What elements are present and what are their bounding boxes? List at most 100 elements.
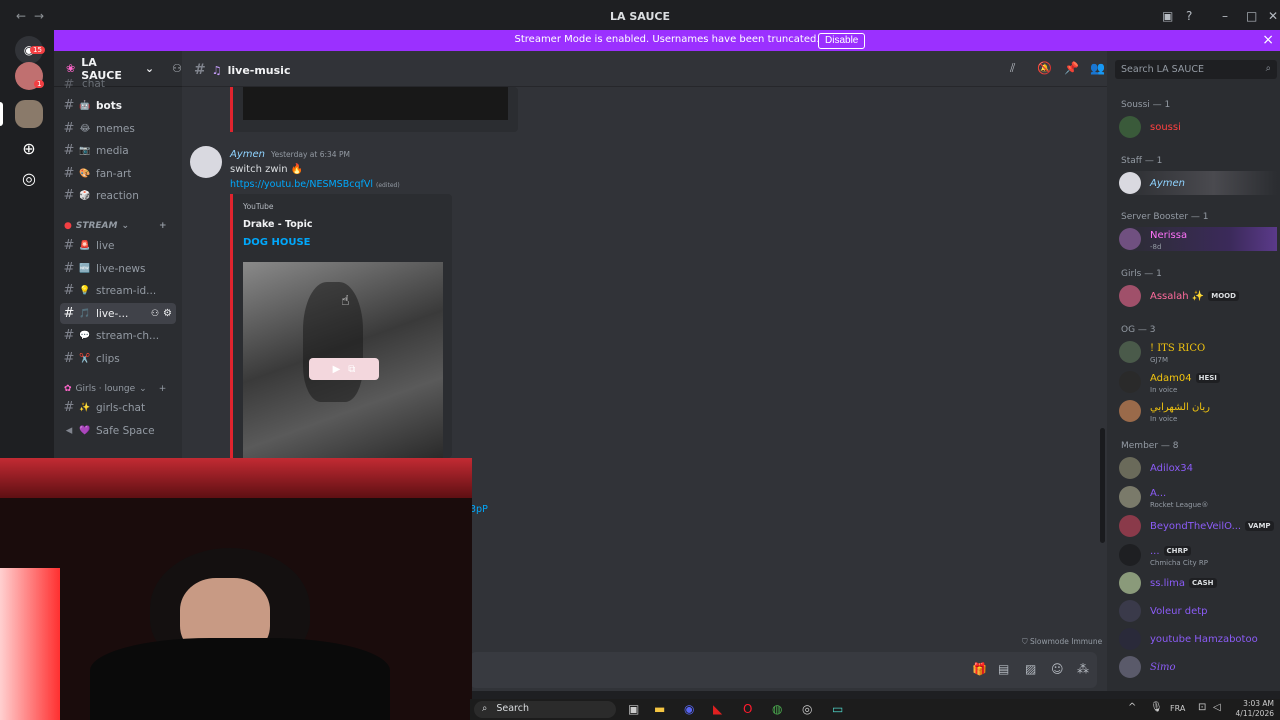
minimize-icon[interactable]: – bbox=[1222, 9, 1228, 23]
gif-icon[interactable]: ▤ bbox=[998, 662, 1009, 676]
member-item[interactable]: Voleur detp bbox=[1119, 599, 1277, 623]
member-item[interactable]: Adam04 HESI In voice bbox=[1119, 370, 1277, 394]
channel-label: clips bbox=[96, 352, 120, 365]
add-server-icon[interactable]: ⊕ bbox=[15, 134, 43, 162]
member-item[interactable]: ريان الشهرابي In voice bbox=[1119, 399, 1277, 423]
channel-label: live-... bbox=[96, 307, 129, 320]
member-item[interactable]: youtube Hamzabotoo bbox=[1119, 627, 1277, 651]
amd-icon[interactable]: ◣ bbox=[713, 702, 722, 716]
channel-emoji: 💬 bbox=[79, 330, 91, 341]
member-item[interactable]: ... CHRP Chmicha City RP bbox=[1119, 543, 1277, 567]
member-item[interactable]: Nerissa -8d bbox=[1119, 227, 1277, 251]
member-item[interactable]: Assalah ✨ MOOD bbox=[1119, 284, 1277, 308]
member-list-icon[interactable]: 👥 bbox=[1090, 61, 1105, 75]
member-item[interactable]: Aymen bbox=[1119, 171, 1277, 195]
member-item[interactable]: ! ITS RICO GJ7M bbox=[1119, 340, 1277, 364]
person-body bbox=[90, 638, 390, 720]
channel-item[interactable]: # ✨ girls-chat bbox=[60, 397, 176, 418]
sticker-icon[interactable]: ▨ bbox=[1025, 662, 1036, 676]
music-note-icon: ♫ bbox=[211, 63, 222, 77]
task-view-icon[interactable]: ▣ bbox=[628, 702, 639, 716]
member-tag: CASH bbox=[1189, 578, 1217, 588]
la-sauce-server-icon[interactable] bbox=[15, 100, 43, 128]
channel-item[interactable]: # ✂️ clips bbox=[60, 348, 176, 369]
channel-item[interactable]: ◂ 💜 Safe Space bbox=[60, 420, 176, 441]
inbox-icon[interactable]: ▣ bbox=[1162, 9, 1173, 23]
channel-item[interactable]: # 📷 media bbox=[60, 140, 176, 161]
member-name: Assalah ✨ bbox=[1150, 290, 1205, 302]
chat-scrollbar[interactable] bbox=[1100, 428, 1105, 543]
maximize-icon[interactable]: □ bbox=[1246, 9, 1257, 23]
author-name[interactable]: Aymen bbox=[230, 149, 265, 160]
channel-item[interactable]: # 🤖 bots bbox=[60, 95, 176, 116]
pin-icon[interactable]: 📌 bbox=[1064, 61, 1079, 75]
channel-item[interactable]: # 🎲 reaction bbox=[60, 185, 176, 206]
channel-item-selected[interactable]: # 🎵 live-... ⚇ ⚙ bbox=[60, 303, 176, 324]
partial-link[interactable]: 3pP bbox=[470, 504, 488, 515]
member-item[interactable]: ss.lima CASH bbox=[1119, 571, 1277, 595]
play-icon[interactable]: ▶ bbox=[333, 364, 341, 375]
embed-title[interactable]: DOG HOUSE bbox=[243, 237, 311, 248]
taskbar-search[interactable]: ⌕ Search bbox=[474, 701, 616, 718]
chrome-icon[interactable]: ◍ bbox=[772, 702, 782, 716]
hash-icon: # bbox=[63, 98, 75, 113]
emoji-icon[interactable]: ☺ bbox=[1051, 662, 1064, 676]
channel-item[interactable]: # 🆕 live-news bbox=[60, 258, 176, 279]
discord-app-icon[interactable]: ◉ bbox=[684, 702, 694, 716]
close-icon[interactable]: ✕ bbox=[1268, 9, 1278, 23]
tray-chevron-icon[interactable]: ^ bbox=[1128, 702, 1136, 713]
member-name: ss.lima bbox=[1150, 577, 1186, 589]
member-item[interactable]: Adilox34 bbox=[1119, 456, 1277, 480]
message-header: Aymen Yesterday at 6:34 PM bbox=[230, 149, 350, 160]
app-icon[interactable]: ▭ bbox=[832, 702, 843, 716]
avatar[interactable] bbox=[190, 146, 222, 178]
member-tag: HESI bbox=[1195, 373, 1220, 383]
add-channel-icon[interactable]: + bbox=[159, 384, 167, 394]
message-link-row: https://youtu.be/NESMSBcqfVl (edited) bbox=[230, 179, 400, 190]
disable-button[interactable]: Disable bbox=[818, 33, 866, 49]
language-indicator[interactable]: FRA bbox=[1170, 704, 1185, 713]
clock[interactable]: 3:03 AM 4/11/2026 bbox=[1228, 699, 1274, 719]
opera-icon[interactable]: O bbox=[743, 702, 752, 716]
led-strip bbox=[0, 458, 472, 498]
gift-icon[interactable]: 🎁 bbox=[972, 662, 987, 676]
member-item[interactable]: A... Rocket League® bbox=[1119, 485, 1277, 509]
member-item[interactable]: soussi bbox=[1119, 115, 1277, 139]
message-composer[interactable]: 🎁 ▤ ▨ ☺ ⁂ bbox=[470, 652, 1097, 688]
add-member-icon[interactable]: ⚇ bbox=[151, 309, 159, 319]
threads-icon[interactable]: ⫽ bbox=[1010, 61, 1015, 76]
channel-item[interactable]: # 🎨 fan-art bbox=[60, 163, 176, 184]
video-thumbnail[interactable]: ▶ ⧉ bbox=[243, 262, 443, 458]
member-item[interactable]: Simo bbox=[1119, 655, 1277, 679]
close-banner-icon[interactable]: × bbox=[1262, 32, 1274, 48]
channel-label: live bbox=[96, 239, 115, 252]
volume-icon[interactable]: ◁ bbox=[1213, 702, 1221, 713]
channel-item[interactable]: # 🚨 live bbox=[60, 235, 176, 256]
category-stream[interactable]: ● STREAM ⌄ + bbox=[64, 221, 167, 231]
explore-icon[interactable]: ◎ bbox=[15, 164, 43, 192]
apps-icon[interactable]: ⁂ bbox=[1077, 662, 1089, 676]
member-item[interactable]: BeyondTheVeilO... VAMP bbox=[1119, 514, 1277, 538]
search-input[interactable]: Search LA SAUCE ⌕ bbox=[1115, 60, 1277, 79]
help-icon[interactable]: ? bbox=[1186, 9, 1192, 23]
play-controls[interactable]: ▶ ⧉ bbox=[309, 358, 379, 380]
microphone-icon[interactable]: 🎙 bbox=[1150, 702, 1163, 713]
channel-item[interactable]: # 💡 stream-id... bbox=[60, 280, 176, 301]
channel-item[interactable]: # chat bbox=[60, 79, 176, 89]
category-girls[interactable]: ✿ Girls ⋅ lounge ⌄ + bbox=[64, 384, 166, 394]
network-icon[interactable]: ⊡ bbox=[1198, 702, 1206, 713]
channel-label: bots bbox=[96, 99, 122, 112]
file-explorer-icon[interactable]: ▬ bbox=[654, 702, 665, 716]
embed-author[interactable]: Drake - Topic bbox=[243, 219, 312, 230]
channel-item[interactable]: # 💬 stream-ch... bbox=[60, 325, 176, 346]
channel-item[interactable]: # 😂 memes bbox=[60, 118, 176, 139]
gear-icon[interactable]: ⚙ bbox=[163, 308, 172, 319]
open-external-icon[interactable]: ⧉ bbox=[348, 364, 355, 375]
youtube-link[interactable]: https://youtu.be/NESMSBcqfVl bbox=[230, 179, 373, 190]
obs-icon[interactable]: ◎ bbox=[802, 702, 812, 716]
notification-bell-icon[interactable]: 🔕 bbox=[1037, 61, 1052, 75]
channel-emoji: 🎨 bbox=[79, 168, 91, 179]
previous-embed-image[interactable] bbox=[243, 87, 508, 120]
add-channel-icon[interactable]: + bbox=[159, 221, 167, 231]
invite-icon[interactable]: ⚇ bbox=[172, 62, 182, 75]
